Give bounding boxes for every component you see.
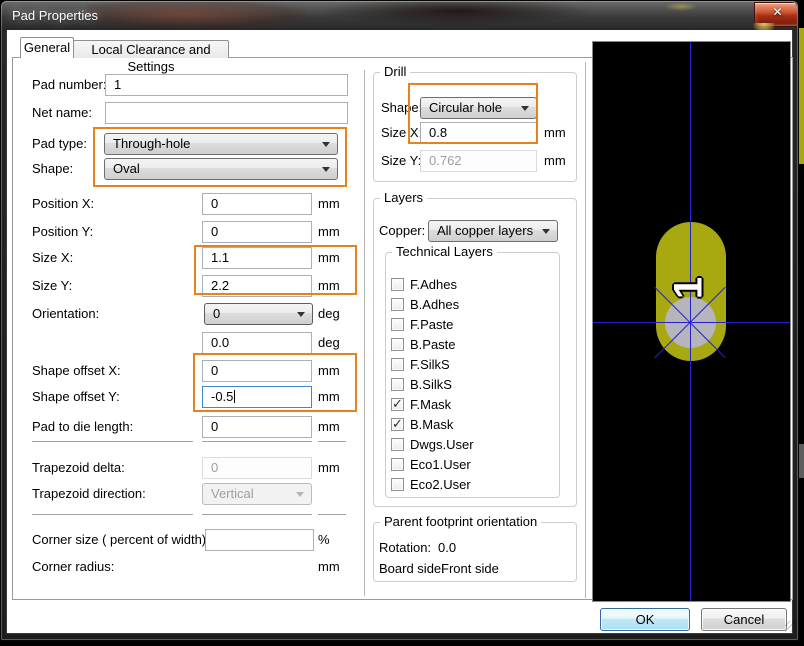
copper-label: Copper: — [379, 220, 425, 242]
checkbox-eco1-user[interactable] — [391, 458, 404, 471]
board-side-value: Front side — [441, 559, 499, 579]
titlebar-glass-reflection — [664, 2, 698, 11]
screen: Pad Properties ✕ Local Clearance and Set… — [0, 0, 804, 646]
rotation-label: Rotation: — [379, 538, 431, 558]
pad-preview-canvas[interactable]: 1 — [592, 41, 791, 602]
board-side-label: Board side: — [379, 559, 445, 579]
dropdown-arrow-icon — [542, 229, 550, 234]
corner-size-label: Corner size ( percent of width): — [32, 529, 210, 551]
dropdown-arrow-icon — [521, 106, 529, 111]
corner-radius-unit: mm — [318, 556, 340, 578]
window-title: Pad Properties — [12, 8, 98, 23]
checkbox-eco2-user[interactable] — [391, 478, 404, 491]
titlebar-glass-reflection — [322, 2, 592, 25]
layers-group-title: Layers — [380, 190, 427, 205]
checkbox-f-adhes[interactable] — [391, 278, 404, 291]
size-x-input[interactable]: 1.1 — [202, 247, 312, 269]
corner-size-unit: % — [318, 529, 330, 551]
resize-grip[interactable] — [785, 621, 796, 632]
position-x-input[interactable]: 0 — [202, 193, 312, 215]
separator — [202, 514, 312, 515]
drill-size-x-input[interactable]: 0.8 — [420, 122, 537, 144]
drill-size-x-label: Size X: — [381, 122, 422, 144]
drill-shape-dropdown[interactable]: Circular hole — [420, 97, 537, 119]
ok-button[interactable]: OK — [600, 608, 690, 631]
checkbox-dwgs-user[interactable] — [391, 438, 404, 451]
checkbox-b-paste[interactable] — [391, 338, 404, 351]
drill-shape-label: Shape: — [381, 97, 422, 119]
checkbox-b-adhes[interactable] — [391, 298, 404, 311]
close-icon: ✕ — [755, 5, 797, 19]
size-x-label: Size X: — [32, 247, 73, 269]
horizontal-axis-line — [593, 322, 790, 323]
position-x-label: Position X: — [32, 193, 94, 215]
parent-orientation-title: Parent footprint orientation — [380, 514, 541, 529]
checkbox-b-silks[interactable] — [391, 378, 404, 391]
titlebar-glass-reflection — [87, 2, 307, 29]
drill-size-x-unit: mm — [544, 122, 566, 144]
technical-layers-title: Technical Layers — [392, 244, 497, 259]
drill-size-y-input: 0.762 — [420, 150, 537, 172]
checkbox-f-mask[interactable] — [391, 398, 404, 411]
rotation-value: 0.0 — [438, 538, 456, 558]
drill-group-title: Drill — [380, 64, 410, 79]
cancel-button[interactable]: Cancel — [701, 608, 787, 631]
separator — [32, 514, 193, 515]
size-x-unit: mm — [318, 247, 340, 269]
checkbox-f-paste[interactable] — [391, 318, 404, 331]
checkbox-f-silks[interactable] — [391, 358, 404, 371]
drill-size-y-unit: mm — [544, 150, 566, 172]
pad-number-label: Pad number: — [32, 74, 106, 96]
tab-local-clearance[interactable]: Local Clearance and Settings — [73, 40, 229, 58]
frame-divider — [6, 633, 793, 634]
corner-size-input[interactable] — [205, 529, 314, 551]
pad-number-input[interactable]: 1 — [105, 74, 348, 96]
copper-layers-dropdown[interactable]: All copper layers — [428, 220, 558, 242]
pad-number-text: 1 — [667, 277, 712, 299]
checkbox-b-mask[interactable] — [391, 418, 404, 431]
corner-radius-label: Corner radius: — [32, 556, 114, 578]
title-bar[interactable]: Pad Properties ✕ — [2, 2, 797, 30]
drill-size-y-label: Size Y: — [381, 150, 421, 172]
position-x-unit: mm — [318, 193, 340, 215]
separator — [318, 514, 346, 515]
tab-general[interactable]: General — [20, 37, 74, 58]
